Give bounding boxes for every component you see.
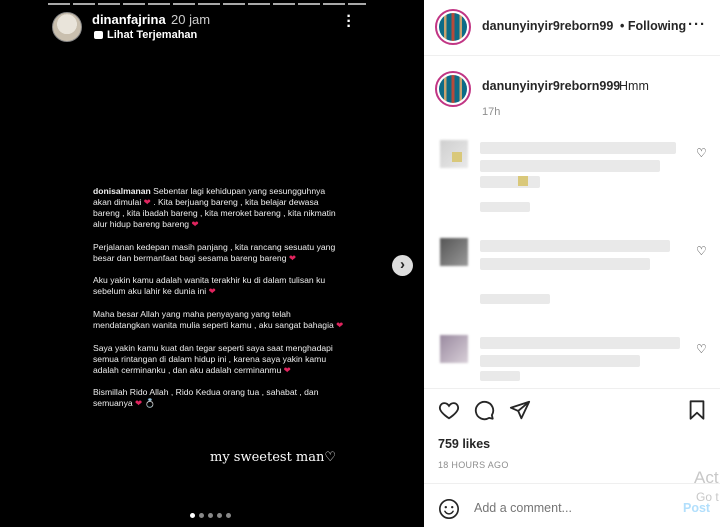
story-avatar <box>52 12 82 42</box>
story-paragraph: Bismillah Rido Allah , Rido Kedua orang … <box>93 387 345 409</box>
carousel-dot <box>190 513 195 518</box>
story-paragraph: Saya yakin kamu kuat dan tegar seperti s… <box>93 343 345 376</box>
divider <box>424 388 720 389</box>
story-paragraph-text: Perjalanan kedepan masih panjang , kita … <box>93 241 336 263</box>
story-paragraph: Aku yakin kamu adalah wanita terakhir ku… <box>93 275 345 297</box>
story-paragraph: Maha besar Allah yang maha penyayang yan… <box>93 309 345 331</box>
carousel-dots <box>190 513 231 518</box>
caption-text: Hmm <box>619 79 649 93</box>
blurred-comment <box>436 228 676 316</box>
comment-bubble-icon[interactable] <box>473 399 495 421</box>
story-post-username: donisalmanan <box>93 186 151 196</box>
red-heart-icon: ❤ <box>208 286 216 297</box>
story-signature: my sweetest man♡ <box>210 450 337 465</box>
red-heart-icon: ❤ <box>135 398 143 409</box>
carousel-dot <box>208 513 213 518</box>
comment-like-icon[interactable]: ♡ <box>696 342 707 356</box>
bookmark-icon[interactable] <box>686 399 708 421</box>
carousel-dot <box>226 513 231 518</box>
smiley-icon[interactable] <box>438 498 460 520</box>
more-options-icon[interactable]: ··· <box>688 17 706 32</box>
red-heart-icon: ❤ <box>288 252 297 263</box>
comment-like-icon[interactable]: ♡ <box>696 146 707 160</box>
story-translate-label: Lihat Terjemahan <box>107 29 198 41</box>
header-username[interactable]: danunyinyir9reborn99 <box>482 19 613 33</box>
story-username: dinanfajrina <box>92 12 166 27</box>
caption-time: 17h <box>482 106 501 118</box>
story-paragraph-text: Saya yakin kamu kuat dan tegar seperti s… <box>93 342 333 375</box>
red-heart-icon: ❤ <box>336 320 344 331</box>
red-heart-icon: ❤ <box>283 364 291 375</box>
post-button[interactable]: Post <box>683 501 710 515</box>
story-caption: donisalmanan Sebentar lagi kehidupan yan… <box>93 186 345 421</box>
blurred-comment <box>436 130 676 218</box>
divider <box>424 483 720 484</box>
story-image: dinanfajrina 20 jam Lihat Terjemahan · · ·… <box>0 0 424 527</box>
blurred-comment <box>436 325 680 413</box>
carousel-dot <box>217 513 222 518</box>
comment-input[interactable] <box>474 501 674 515</box>
red-heart-icon: ❤ <box>143 197 151 208</box>
comment-like-icon[interactable]: ♡ <box>696 244 707 258</box>
ring-icon: 💍 <box>144 398 156 409</box>
carousel-dot <box>199 513 204 518</box>
divider <box>424 55 720 56</box>
activate-windows-title: Act <box>694 468 719 487</box>
story-paragraph-text: Bismillah Rido Allah , Rido Kedua orang … <box>93 387 319 409</box>
next-icon[interactable]: › <box>392 255 413 276</box>
red-heart-icon: ❤ <box>191 219 199 230</box>
post-side-panel: danunyinyir9reborn99 • Following ··· dan… <box>424 0 720 527</box>
story-progress-bar <box>48 3 366 5</box>
story-time: 20 jam <box>171 12 211 27</box>
heart-icon[interactable] <box>438 399 460 421</box>
paper-plane-icon[interactable] <box>509 399 531 421</box>
story-paragraph: Perjalanan kedepan masih panjang , kita … <box>93 242 345 264</box>
story-more-icon: · · · <box>346 8 352 35</box>
story-translate: Lihat Terjemahan <box>94 29 197 41</box>
likes-count[interactable]: 759 likes <box>438 437 490 451</box>
posted-time: 18 HOURS AGO <box>438 460 509 470</box>
header-avatar[interactable] <box>435 9 471 45</box>
story-paragraph: donisalmanan Sebentar lagi kehidupan yan… <box>93 186 345 230</box>
caption-username[interactable]: danunyinyir9reborn999 <box>482 79 620 93</box>
story-paragraph-text: Maha besar Allah yang maha penyayang yan… <box>93 308 334 331</box>
translate-icon <box>94 31 103 39</box>
following-button[interactable]: • Following <box>620 19 686 33</box>
caption-avatar[interactable] <box>435 71 471 107</box>
